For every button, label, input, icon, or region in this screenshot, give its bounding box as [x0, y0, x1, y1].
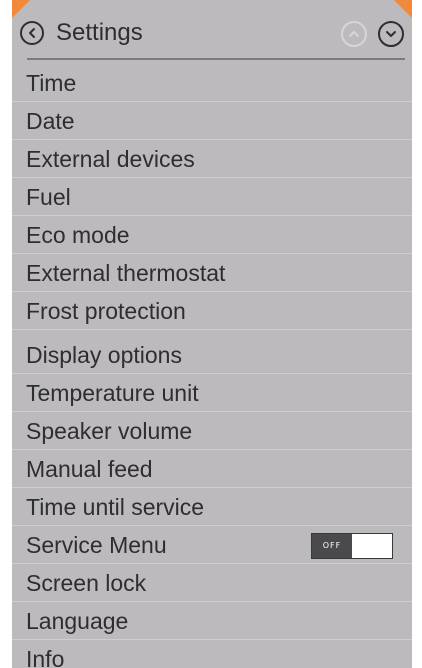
- menu-item-label: Info: [26, 646, 65, 668]
- menu-item-label: Frost protection: [26, 298, 186, 324]
- menu-item-label: Manual feed: [26, 456, 153, 482]
- corner-marker-right: [394, 0, 412, 18]
- menu-item-label: Time until service: [26, 494, 205, 520]
- page-title: Settings: [56, 19, 143, 46]
- menu-item-time[interactable]: Time: [12, 64, 412, 102]
- chevron-up-icon: [349, 31, 359, 37]
- menu-item-label: Screen lock: [26, 570, 147, 596]
- menu-item-screen-lock[interactable]: Screen lock: [12, 564, 412, 602]
- menu-item-label: Temperature unit: [26, 380, 199, 406]
- menu-item-external-thermostat[interactable]: External thermostat: [12, 254, 412, 292]
- chevron-left-icon: [29, 28, 35, 38]
- menu-item-label: Fuel: [26, 184, 71, 210]
- menu-item-language[interactable]: Language: [12, 602, 412, 640]
- menu-item-label: Speaker volume: [26, 418, 193, 444]
- scroll-up-button[interactable]: [341, 21, 367, 47]
- menu-item-label: Time: [26, 70, 77, 96]
- settings-screen: Settings Time Date External devices Fuel…: [12, 0, 412, 668]
- menu-item-date[interactable]: Date: [12, 102, 412, 140]
- corner-marker-left: [12, 0, 30, 18]
- menu-item-speaker-volume[interactable]: Speaker volume: [12, 412, 412, 450]
- menu-item-display-options[interactable]: Display options: [12, 330, 412, 374]
- back-button[interactable]: [20, 21, 44, 45]
- service-menu-toggle[interactable]: OFF: [311, 533, 393, 559]
- menu-item-external-devices[interactable]: External devices: [12, 140, 412, 178]
- settings-menu: Time Date External devices Fuel Eco mode…: [12, 64, 412, 668]
- menu-item-label: Service Menu: [26, 532, 167, 558]
- menu-item-label: External devices: [26, 146, 195, 172]
- menu-item-eco-mode[interactable]: Eco mode: [12, 216, 412, 254]
- header-divider: [27, 58, 405, 60]
- menu-item-service-menu[interactable]: Service Menu OFF: [12, 526, 412, 564]
- menu-item-time-until-service[interactable]: Time until service: [12, 488, 412, 526]
- menu-item-label: External thermostat: [26, 260, 226, 286]
- scroll-down-button[interactable]: [378, 21, 404, 47]
- menu-item-label: Display options: [26, 342, 182, 368]
- chevron-down-icon: [386, 31, 396, 37]
- menu-item-manual-feed[interactable]: Manual feed: [12, 450, 412, 488]
- header: Settings: [12, 0, 412, 62]
- menu-item-frost-protection[interactable]: Frost protection: [12, 292, 412, 330]
- menu-item-label: Language: [26, 608, 129, 634]
- menu-item-fuel[interactable]: Fuel: [12, 178, 412, 216]
- menu-item-label: Eco mode: [26, 222, 130, 248]
- menu-item-label: Date: [26, 108, 75, 134]
- menu-item-info[interactable]: Info: [12, 640, 412, 668]
- menu-item-temperature-unit[interactable]: Temperature unit: [12, 374, 412, 412]
- toggle-state-label: OFF: [312, 534, 352, 558]
